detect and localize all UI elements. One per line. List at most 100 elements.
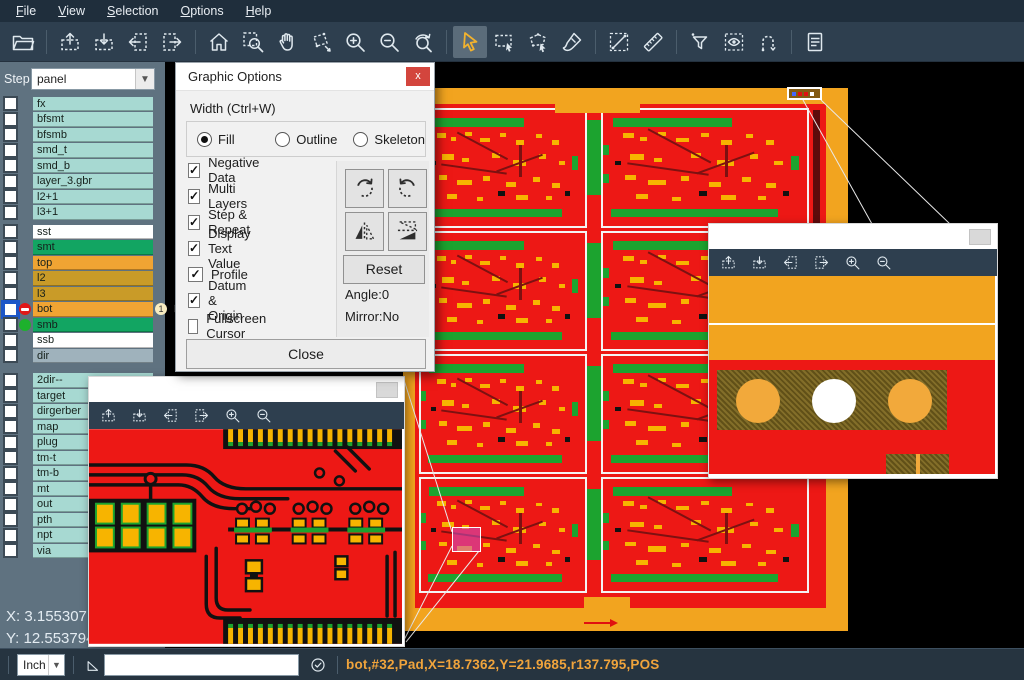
layer-visibility-checkbox[interactable] (3, 481, 18, 496)
menu-view[interactable]: View (48, 2, 95, 20)
radio-outline[interactable]: Outline (265, 132, 343, 147)
layer-row-bfsmb[interactable]: bfsmb (0, 127, 165, 143)
layer-row-smd_t[interactable]: smd_t (0, 143, 165, 159)
window-button-icon[interactable] (376, 382, 398, 398)
pcb-board-tile[interactable] (419, 108, 587, 228)
layer-visibility-checkbox[interactable] (3, 112, 18, 127)
popup-tool-move-right[interactable] (190, 405, 212, 427)
mirror-vertical-button[interactable] (388, 212, 427, 251)
layer-visibility-checkbox[interactable] (3, 333, 18, 348)
tool-select-rectangle[interactable] (487, 26, 521, 58)
popup-tool-zoom-in[interactable] (841, 252, 863, 274)
layer-name[interactable]: top (33, 256, 153, 271)
checkbox-fullscreen-cursor[interactable]: Fullscreen Cursor (188, 317, 271, 335)
tool-zoom-in[interactable] (338, 26, 372, 58)
layer-name[interactable]: smd_b (33, 159, 153, 174)
layer-visibility-checkbox[interactable] (3, 419, 18, 434)
layer-row-dir[interactable]: dir (0, 348, 165, 364)
tool-pan-hand[interactable] (270, 26, 304, 58)
unit-select[interactable]: Inch ▼ (17, 654, 65, 676)
layer-visibility-checkbox[interactable] (3, 348, 18, 363)
popup-tool-zoom-out[interactable] (252, 405, 274, 427)
layer-visibility-checkbox[interactable] (3, 189, 18, 204)
tool-ruler[interactable] (636, 26, 670, 58)
layer-row-l3+1[interactable]: l3+1 (0, 205, 165, 221)
menu-selection[interactable]: Selection (97, 2, 168, 20)
pcb-board-tile[interactable] (601, 108, 809, 228)
layer-row-sst[interactable]: sst (0, 224, 165, 240)
tool-zoom-polygon[interactable] (304, 26, 338, 58)
layer-name[interactable]: l3 (33, 287, 153, 302)
layer-visibility-checkbox[interactable] (3, 96, 18, 111)
tool-select-polygon[interactable] (521, 26, 555, 58)
pcb-board-tile[interactable] (419, 231, 587, 351)
close-icon[interactable]: x (406, 67, 430, 86)
pcb-board-tile[interactable] (601, 477, 809, 593)
layer-row-layer_3.gbr[interactable]: layer_3.gbr (0, 174, 165, 190)
checkbox-negative-data[interactable]: ✓Negative Data (188, 161, 262, 179)
window-button-icon[interactable] (969, 229, 991, 245)
layer-row-bot[interactable]: bot1⊞ (0, 302, 165, 318)
reset-button[interactable]: Reset (343, 255, 425, 284)
tool-filter[interactable] (683, 26, 717, 58)
tool-view-options[interactable] (717, 26, 751, 58)
popup-tool-zoom-in[interactable] (221, 405, 243, 427)
layer-visibility-checkbox[interactable] (3, 543, 18, 558)
tool-open-file[interactable] (6, 26, 40, 58)
popup-tool-move-left[interactable] (779, 252, 801, 274)
layer-name[interactable]: smt (33, 240, 153, 255)
dialog-titlebar[interactable]: Graphic Options x (176, 63, 434, 91)
apply-icon[interactable] (307, 654, 329, 676)
layer-visibility-checkbox[interactable] (3, 450, 18, 465)
layer-visibility-checkbox[interactable] (3, 435, 18, 450)
layer-name[interactable]: smd_t (33, 143, 153, 158)
rotate-cw-button[interactable] (345, 169, 384, 208)
layer-row-l2+1[interactable]: l2+1 (0, 189, 165, 205)
layer-visibility-checkbox[interactable] (3, 404, 18, 419)
layer-name[interactable]: l2+1 (33, 190, 153, 205)
tool-bend-trace[interactable] (751, 26, 785, 58)
layer-visibility-checkbox[interactable] (3, 466, 18, 481)
popup-tool-zoom-out[interactable] (872, 252, 894, 274)
tool-zoom-previous[interactable] (406, 26, 440, 58)
menu-options[interactable]: Options (170, 2, 233, 20)
layer-name[interactable]: sst (33, 225, 153, 240)
radio-fill[interactable]: Fill (187, 132, 265, 147)
tool-report-form[interactable] (798, 26, 832, 58)
detail-popup-left-titlebar[interactable] (89, 377, 404, 402)
detail-popup-right[interactable] (708, 223, 998, 479)
layer-visibility-checkbox[interactable] (3, 143, 18, 158)
checkbox-datum-origin[interactable]: ✓Datum & Origin (188, 291, 249, 309)
detail-popup-right-titlebar[interactable] (709, 224, 997, 249)
layer-visibility-checkbox[interactable] (3, 286, 18, 301)
tool-select-arrow[interactable] (453, 26, 487, 58)
layer-visibility-checkbox[interactable] (3, 205, 18, 220)
layer-row-bfsmt[interactable]: bfsmt (0, 112, 165, 128)
layer-visibility-checkbox[interactable] (3, 528, 18, 543)
tool-move-down[interactable] (87, 26, 121, 58)
command-input[interactable] (104, 654, 299, 676)
radio-skeleton[interactable]: Skeleton (343, 132, 425, 147)
layer-visibility-checkbox[interactable] (3, 255, 18, 270)
layer-row-smd_b[interactable]: smd_b (0, 158, 165, 174)
layer-row-fx[interactable]: fx (0, 96, 165, 112)
dialog-close-button[interactable]: Close (186, 339, 426, 369)
popup-tool-move-right[interactable] (810, 252, 832, 274)
layer-visibility-checkbox[interactable] (3, 158, 18, 173)
layer-visibility-checkbox[interactable] (3, 373, 18, 388)
tool-zoom-window[interactable] (236, 26, 270, 58)
detail-popup-left-view[interactable] (89, 429, 402, 644)
popup-tool-move-up[interactable] (97, 405, 119, 427)
layer-name[interactable]: dir (33, 349, 153, 364)
layer-name[interactable]: ssb (33, 333, 153, 348)
layer-row-l2[interactable]: l2 (0, 271, 165, 287)
tool-move-left[interactable] (121, 26, 155, 58)
layer-visibility-checkbox[interactable] (3, 317, 18, 332)
tool-brush-select[interactable] (555, 26, 589, 58)
layer-visibility-checkbox[interactable] (3, 497, 18, 512)
menu-file[interactable]: File (6, 2, 46, 20)
layer-name[interactable]: fx (33, 97, 153, 112)
pcb-board-tile[interactable] (419, 477, 587, 593)
layer-active-indicator[interactable] (19, 303, 31, 315)
layer-name[interactable]: smb (33, 318, 153, 333)
